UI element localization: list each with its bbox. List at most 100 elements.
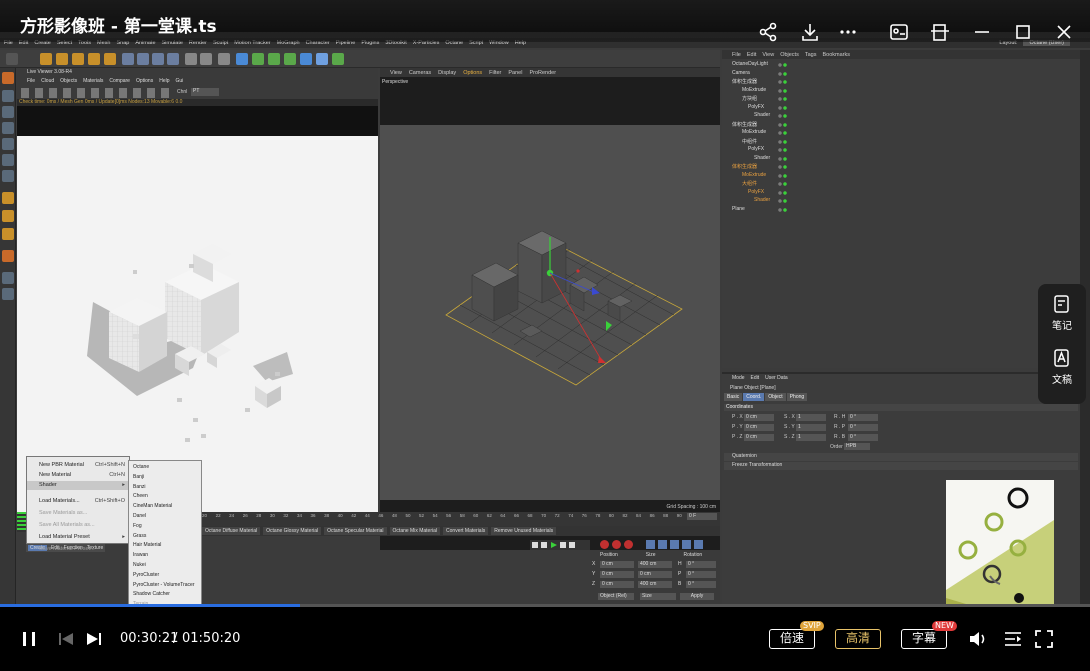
object-menu-item[interactable]: Bookmarks: [822, 52, 850, 58]
context-menu-item[interactable]: New Material Ctrl+N: [27, 471, 129, 480]
object-tree-item[interactable]: Plane: [732, 206, 807, 214]
coord-field[interactable]: 0 °: [848, 434, 878, 441]
attribute-tab[interactable]: Object: [765, 393, 786, 401]
video-frame[interactable]: File Edit Create Select Tools Mesh Snap Animate…: [0, 32, 1090, 632]
context-menu-item[interactable]: New PBR Material Ctrl+Shift+N: [27, 461, 129, 470]
coord-field[interactable]: 1: [796, 414, 826, 421]
material-tab[interactable]: Octane Diffuse Material: [202, 527, 261, 535]
coordinates-field[interactable]: 0 cm: [638, 571, 672, 578]
volume-icon[interactable]: [968, 629, 988, 649]
size-mode-select[interactable]: Size: [640, 593, 676, 600]
maximize-icon[interactable]: [1013, 22, 1033, 42]
subtitle-button[interactable]: 字幕 NEW: [901, 621, 957, 649]
shader-submenu-item[interactable]: Nukei: [133, 562, 146, 568]
channel-select[interactable]: PT: [191, 88, 219, 96]
previous-icon[interactable]: [57, 630, 75, 648]
shader-submenu-item[interactable]: PyroCluster - VolumeTracer: [133, 582, 195, 588]
shader-submenu-item[interactable]: Shadow Catcher: [133, 591, 170, 597]
attribute-menu-item[interactable]: Edit: [751, 375, 760, 381]
object-menu-item[interactable]: Edit: [747, 52, 756, 58]
shader-submenu-item[interactable]: Banzi: [133, 484, 146, 490]
live-viewer-menu-item[interactable]: Options: [136, 78, 153, 84]
shader-submenu-item[interactable]: Irawan: [133, 552, 148, 558]
apply-button[interactable]: Apply: [680, 593, 714, 600]
shader-submenu-item[interactable]: Banji: [133, 474, 144, 480]
material-tab[interactable]: Remove Unused Materials: [491, 527, 557, 535]
object-tree-item[interactable]: 体积生成器: [732, 121, 807, 129]
object-tree-item[interactable]: OctaneDayLight: [732, 61, 807, 69]
coordinates-field[interactable]: 0 °: [686, 571, 716, 578]
shader-submenu-item[interactable]: Octane: [133, 464, 149, 470]
attribute-menu-item[interactable]: Mode: [732, 375, 745, 381]
screenshot-icon[interactable]: [889, 22, 909, 42]
object-menu-item[interactable]: Tags: [805, 52, 817, 58]
live-viewer-menu-item[interactable]: Materials: [83, 78, 103, 84]
live-viewer-menu-item[interactable]: Compare: [109, 78, 130, 84]
coord-field[interactable]: 1: [796, 434, 826, 441]
object-tree-item[interactable]: 体积生成器: [732, 163, 807, 171]
context-menu-item[interactable]: Save Material Preset...: [27, 545, 129, 554]
object-tree-item[interactable]: Camera: [732, 70, 807, 78]
viewport-menu-item[interactable]: Filter: [489, 70, 501, 76]
playlist-icon[interactable]: [1003, 629, 1023, 649]
context-menu-item[interactable]: Load Materials... Ctrl+Shift+O: [27, 497, 129, 506]
attribute-menu-item[interactable]: User Data: [765, 375, 788, 381]
coordinates-field[interactable]: 400 cm: [638, 561, 672, 568]
object-menu-item[interactable]: Objects: [780, 52, 799, 58]
pause-icon[interactable]: [20, 630, 38, 648]
viewport-menu-item[interactable]: Options: [463, 70, 482, 76]
object-tree-item[interactable]: Shader: [754, 112, 829, 120]
coord-field[interactable]: 0 °: [848, 414, 878, 421]
context-menu-item[interactable]: Load Material Preset ▸: [27, 533, 129, 542]
picture-in-picture[interactable]: [946, 480, 1054, 622]
context-menu-item[interactable]: Shader ▸: [27, 481, 129, 490]
shader-submenu-item[interactable]: CineMan Material: [133, 503, 172, 509]
object-tree-item[interactable]: Shader: [754, 197, 829, 205]
notes-button[interactable]: 笔记: [1038, 294, 1086, 332]
viewport-menu-item[interactable]: ProRender: [529, 70, 556, 76]
object-tree-item[interactable]: 体积生成器: [732, 78, 807, 86]
next-icon[interactable]: [85, 630, 103, 648]
quality-button[interactable]: 高清: [835, 629, 881, 649]
coordinates-field[interactable]: 0 cm: [600, 561, 634, 568]
download-icon[interactable]: [800, 22, 820, 42]
viewport-menu-item[interactable]: View: [390, 70, 402, 76]
object-mode-select[interactable]: Object (Rel): [598, 593, 634, 600]
viewport-menu-item[interactable]: Display: [438, 70, 456, 76]
live-viewer-menu-item[interactable]: Cloud: [41, 78, 54, 84]
collapsed-section[interactable]: Freeze Transformation: [724, 462, 1078, 470]
shader-submenu-item[interactable]: Grass: [133, 533, 146, 539]
coordinates-field[interactable]: 0 cm: [600, 571, 634, 578]
shader-submenu-item[interactable]: PyroCluster: [133, 572, 159, 578]
object-menu-item[interactable]: View: [762, 52, 774, 58]
more-icon[interactable]: [838, 22, 858, 42]
viewport-menu-item[interactable]: Panel: [508, 70, 522, 76]
transcript-button[interactable]: 文稿: [1038, 348, 1086, 386]
attribute-tab[interactable]: Coord.: [743, 393, 765, 401]
frame-field[interactable]: 0 F: [687, 513, 717, 520]
context-menu-item[interactable]: Save Materials as...: [27, 509, 129, 518]
shader-submenu-item[interactable]: Danel: [133, 513, 146, 519]
coordinates-field[interactable]: 0 cm: [600, 581, 634, 588]
speed-button[interactable]: 倍速 SVIP: [769, 621, 824, 649]
live-viewer-menu-item[interactable]: File: [27, 78, 35, 84]
collapsed-section[interactable]: Quaternion: [724, 453, 1078, 461]
coordinates-field[interactable]: 0 °: [686, 561, 716, 568]
material-tab[interactable]: Convert Materials: [443, 527, 489, 535]
minimize-icon[interactable]: [972, 22, 992, 42]
live-viewer-menu-item[interactable]: Objects: [60, 78, 77, 84]
shader-submenu-item[interactable]: Cheen: [133, 493, 148, 499]
coordinates-field[interactable]: 0 °: [686, 581, 716, 588]
live-viewer-menu-item[interactable]: Help: [159, 78, 169, 84]
coord-field[interactable]: 0 cm: [744, 424, 774, 431]
material-tab[interactable]: Octane Specular Material: [324, 527, 387, 535]
viewport-menu-item[interactable]: Cameras: [409, 70, 431, 76]
shader-submenu-item[interactable]: Fog: [133, 523, 142, 529]
coord-field[interactable]: 1: [796, 424, 826, 431]
order-select[interactable]: HPB: [844, 443, 870, 450]
object-tree-item[interactable]: Shader: [754, 155, 829, 163]
live-viewer-menu-item[interactable]: Gui: [176, 78, 184, 84]
coord-field[interactable]: 0 °: [848, 424, 878, 431]
context-menu-item[interactable]: Save All Materials as...: [27, 521, 129, 530]
attribute-tab[interactable]: Basic: [724, 393, 743, 401]
